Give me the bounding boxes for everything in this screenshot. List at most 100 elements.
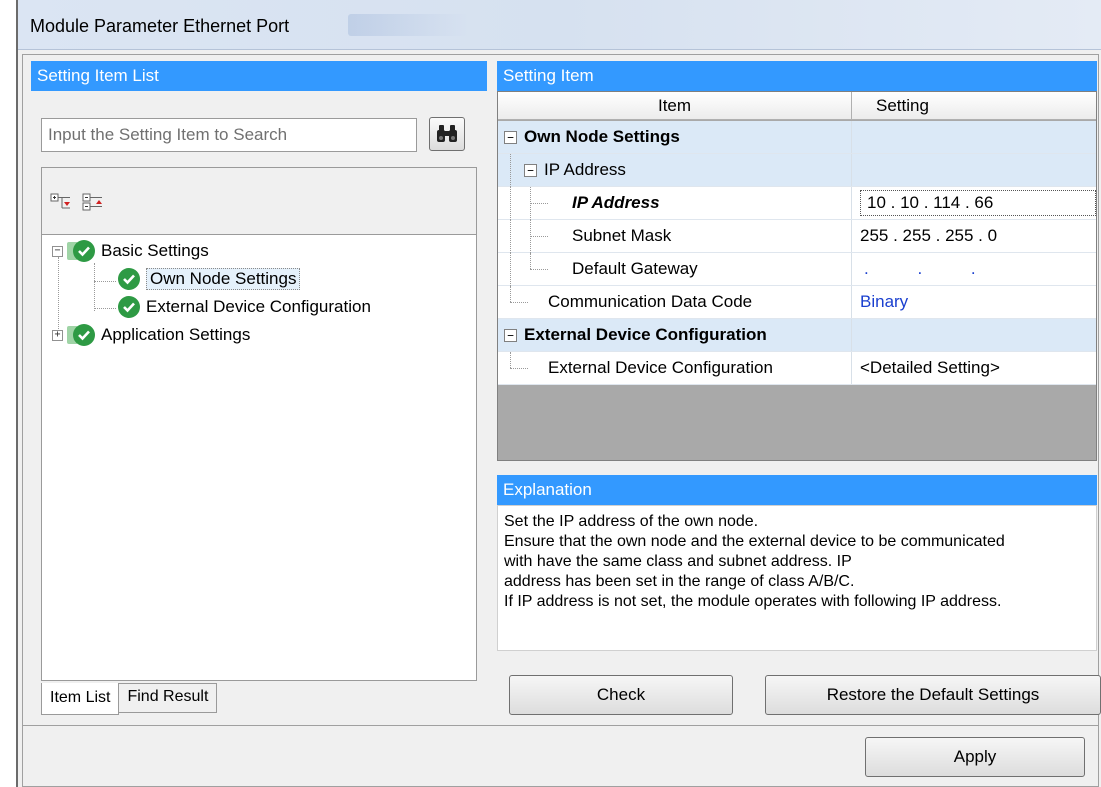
tree-item-own-node-settings[interactable]: Own Node Settings [118,265,301,293]
grid-item-label: External Device Configuration [524,325,767,344]
check-icon [118,268,140,290]
grid-header-row: Item Setting [498,92,1096,120]
tree-connector [510,253,511,286]
setting-item-header: Setting Item [497,61,1097,91]
setting-item-list-header: Setting Item List [31,61,487,91]
grid-row-communication-data-code[interactable]: Communication Data Code Binary [498,286,1096,319]
binoculars-icon [437,125,457,142]
grid-row-default-gateway[interactable]: Default Gateway . . . [498,253,1096,286]
title-bar-glare [348,14,468,36]
grid-row-external-device-configuration-section[interactable]: − External Device Configuration [498,319,1096,352]
grid-cell-setting [852,154,1096,186]
collapse-icon[interactable]: − [524,164,537,177]
tree-connector [510,368,528,369]
tree-connector [530,203,548,204]
explanation-text: Set the IP address of the own node. Ensu… [497,505,1097,651]
grid-cell-setting [852,121,1096,153]
folder-check-icon [67,324,95,346]
apply-button[interactable]: Apply [865,737,1085,777]
grid-item-label: Communication Data Code [548,292,753,311]
expand-all-icon[interactable] [50,192,72,217]
grid-item-label: IP Address [544,160,626,179]
dialog-frame: Setting Item List Input the Setting Item… [22,54,1101,787]
detailed-setting-link[interactable]: <Detailed Setting> [852,352,1096,384]
grid-row-subnet-mask[interactable]: Subnet Mask 255 . 255 . 255 . 0 [498,220,1096,253]
column-header-setting[interactable]: Setting [852,92,1096,120]
tree-connector [510,352,511,368]
grid-cell-setting [852,319,1096,351]
grid-item-label: Default Gateway [572,259,698,278]
grid-cell-item: − External Device Configuration [498,319,852,351]
setting-item-list-pane: Setting Item List Input the Setting Item… [31,61,487,721]
grid-cell-item: Subnet Mask [498,220,852,253]
tree-connector [510,220,511,253]
tree-item-application-settings[interactable]: + Application Settings [52,321,250,349]
collapse-icon[interactable]: − [52,245,63,257]
tree-item-label: Basic Settings [101,241,209,260]
tree-panel: − Basic Settings Own Node Settings Exter… [41,167,477,681]
collapse-all-icon[interactable] [82,192,104,217]
tree-connector [530,269,548,270]
communication-data-code-select[interactable]: Binary [852,286,1096,318]
tree-connector [510,187,511,220]
search-input[interactable] [41,118,417,152]
window-title: Module Parameter Ethernet Port [30,16,290,36]
grid-cell-setting: . . . [852,253,1096,285]
search-button[interactable] [429,117,465,151]
tree-connector [510,302,528,303]
subnet-mask-input[interactable]: 255 . 255 . 255 . 0 [852,220,1096,252]
title-bar: Module Parameter Ethernet Port [18,0,1101,50]
check-button[interactable]: Check [509,675,733,715]
explanation-line: Set the IP address of the own node. [504,513,759,530]
tree-item-external-device-configuration[interactable]: External Device Configuration [118,293,371,321]
tree-connector [94,308,116,309]
tree-item-label: Own Node Settings [146,268,301,290]
explanation-line: If IP address is not set, the module ope… [504,593,1002,610]
grid-item-label: Subnet Mask [572,226,672,245]
footer-divider [23,725,1098,726]
grid-cell-item: IP Address [498,187,852,220]
default-gateway-input[interactable]: . . . [860,259,998,279]
setting-tree: − Basic Settings Own Node Settings Exter… [42,234,476,680]
grid-item-label: Own Node Settings [524,127,680,146]
collapse-icon[interactable]: − [504,131,517,144]
tree-connector [510,154,511,187]
grid-cell-setting: 10 . 10 . 114 . 66 [852,187,1096,219]
tree-connector [94,263,95,311]
tree-item-label: External Device Configuration [146,297,371,316]
tab-find-result[interactable]: Find Result [118,683,218,713]
grid-cell-item: − IP Address [498,154,852,187]
module-parameter-window: Module Parameter Ethernet Port Setting I… [16,0,1101,787]
setting-item-pane: Setting Item Item Setting − Own Node Set… [491,61,1101,721]
explanation-line: Ensure that the own node and the externa… [504,533,1005,550]
ip-address-input[interactable]: 10 . 10 . 114 . 66 [860,190,1096,216]
collapse-icon[interactable]: − [504,329,517,342]
tree-item-basic-settings[interactable]: − Basic Settings [52,237,209,265]
grid-row-external-device-configuration[interactable]: External Device Configuration <Detailed … [498,352,1096,385]
restore-default-settings-button[interactable]: Restore the Default Settings [765,675,1101,715]
grid-item-label: External Device Configuration [548,358,773,377]
tree-connector [510,286,511,302]
check-icon [118,296,140,318]
grid-cell-item: Communication Data Code [498,286,852,318]
explanation-header: Explanation [497,475,1097,505]
explanation-line: address has been set in the range of cla… [504,573,855,590]
grid-item-label: IP Address [572,193,660,212]
explanation-line: with have the same class and subnet addr… [504,553,852,570]
folder-check-icon [67,240,95,262]
grid-cell-item: − Own Node Settings [498,121,852,153]
tree-toolbar [50,192,104,217]
grid-cell-item: External Device Configuration [498,352,852,384]
grid-row-own-node-settings[interactable]: − Own Node Settings [498,121,1096,154]
tab-item-list[interactable]: Item List [41,683,120,715]
grid-cell-item: Default Gateway [498,253,852,286]
column-header-item[interactable]: Item [498,92,852,120]
grid-row-ip-address[interactable]: IP Address 10 . 10 . 114 . 66 [498,187,1096,220]
tree-connector [94,281,116,282]
tree-item-label: Application Settings [101,325,251,344]
tree-connector [530,253,531,269]
tree-connector [530,236,548,237]
left-pane-tabs: Item List Find Result [41,683,218,715]
grid-row-ip-address-group[interactable]: − IP Address [498,154,1096,187]
expand-icon[interactable]: + [52,329,63,341]
